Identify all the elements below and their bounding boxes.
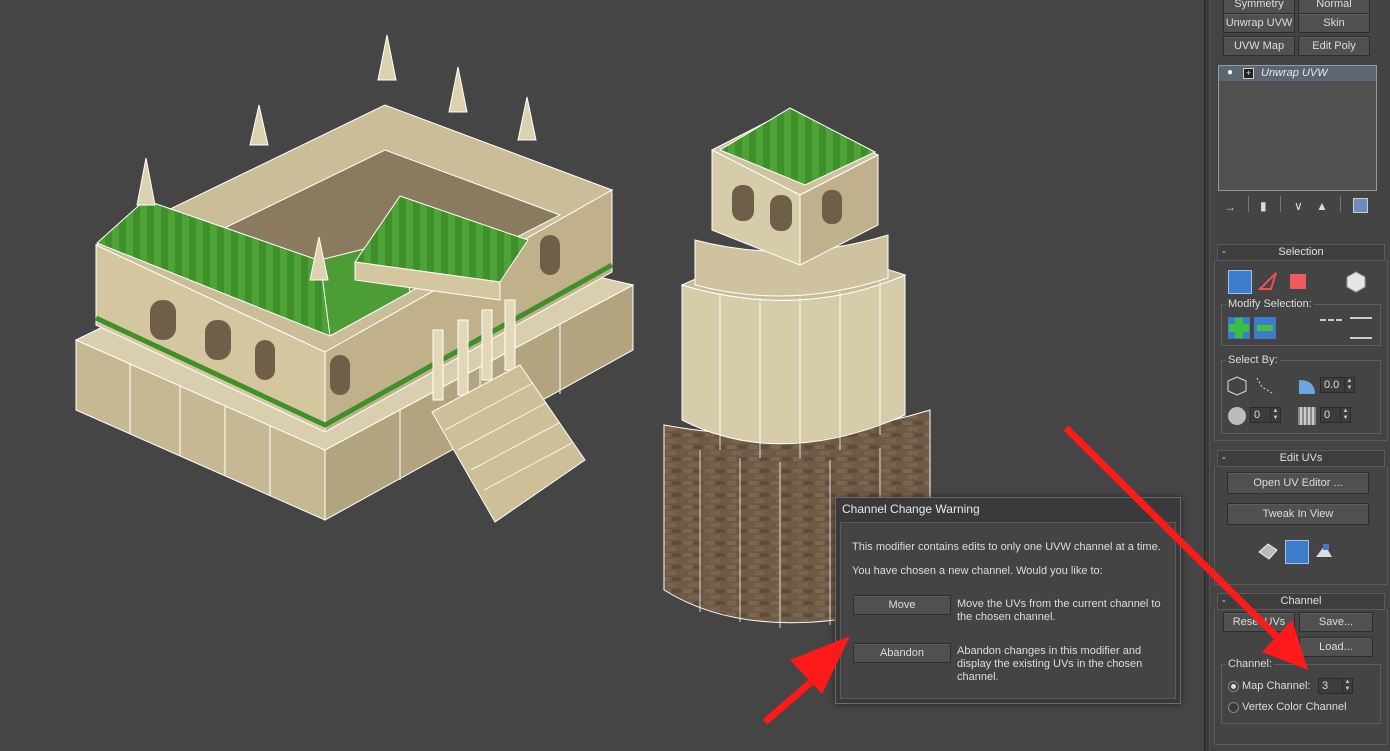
move-description: Move the UVs from the current channel to… xyxy=(957,598,1161,623)
peel-mode-icon[interactable] xyxy=(1285,540,1309,564)
toolbar-divider xyxy=(1248,196,1249,212)
tweak-in-view-button[interactable]: Tweak In View xyxy=(1227,503,1369,525)
vertex-color-radio[interactable] xyxy=(1228,702,1239,713)
map-channel-label: Map Channel: xyxy=(1242,680,1311,692)
stack-item-unwrap-uvw[interactable]: ● + Unwrap UVW xyxy=(1219,66,1376,81)
save-button[interactable]: Save... xyxy=(1299,612,1373,632)
spinner-value: 3 xyxy=(1322,680,1329,692)
symmetry-button[interactable]: Symmetry xyxy=(1223,0,1295,14)
shrink-selection-icon[interactable] xyxy=(1254,317,1276,339)
load-button[interactable]: Load... xyxy=(1299,637,1373,657)
loop-select-icon[interactable] xyxy=(1320,319,1342,325)
channel-rollout-header[interactable]: - Channel xyxy=(1217,593,1385,610)
quick-planar-map-icon[interactable] xyxy=(1257,540,1279,562)
select-by-element-icon[interactable] xyxy=(1226,375,1248,397)
skin-button[interactable]: Skin xyxy=(1298,13,1370,33)
modify-selection-group: Modify Selection: xyxy=(1221,298,1381,346)
map-channel-radio[interactable] xyxy=(1228,681,1239,692)
spinner-value: 0.0 xyxy=(1324,379,1340,391)
show-end-result-icon[interactable]: ▮ xyxy=(1260,199,1267,213)
dialog-message-1: This modifier contains edits to only one… xyxy=(852,541,1161,553)
rollout-title: Selection xyxy=(1278,246,1324,258)
configure-sets-icon[interactable] xyxy=(1353,198,1368,213)
abandon-button[interactable]: Abandon xyxy=(853,643,951,663)
modify-selection-label: Modify Selection: xyxy=(1226,298,1314,310)
point-to-point-icon[interactable] xyxy=(1254,375,1276,397)
uvw-map-button[interactable]: UVW Map xyxy=(1223,36,1295,56)
vertex-color-label: Vertex Color Channel xyxy=(1242,701,1347,713)
channel-change-warning-dialog: Channel Change Warning This modifier con… xyxy=(835,497,1181,704)
stack-item-label: Unwrap UVW xyxy=(1261,67,1328,79)
remove-modifier-icon[interactable]: ▲ xyxy=(1316,199,1328,213)
select-by-group: Select By: 0.0 ▲ ▼ 0 ▲ ▼ 0 ▲ ▼ xyxy=(1221,354,1381,434)
collapse-icon: - xyxy=(1222,452,1226,464)
select-by-material-icon[interactable] xyxy=(1296,405,1318,427)
channel-rollout: Reset UVs Save... Load... Channel: Map C… xyxy=(1214,609,1388,745)
select-by-label: Select By: xyxy=(1226,354,1280,366)
toolbar-divider xyxy=(1340,196,1341,212)
rollout-title: Channel xyxy=(1280,595,1322,607)
edge-select-icon[interactable] xyxy=(1257,270,1279,292)
align-gizmo-icon[interactable] xyxy=(1313,540,1335,562)
element-select-icon[interactable] xyxy=(1343,269,1366,293)
make-unique-icon[interactable]: ∨ xyxy=(1294,199,1303,213)
spinner-value: 0 xyxy=(1254,409,1261,421)
vertex-select-icon[interactable] xyxy=(1228,270,1252,294)
temple-model xyxy=(74,34,635,523)
selection-rollout: Modify Selection: Select By: 0.0 ▲ ▼ 0 ▲… xyxy=(1214,260,1388,441)
material-spinner[interactable]: 0 ▲ ▼ xyxy=(1320,407,1351,423)
modifier-stack[interactable]: ● + Unwrap UVW xyxy=(1218,65,1377,191)
lightbulb-icon[interactable]: ● xyxy=(1227,68,1237,78)
abandon-description: Abandon changes in this modifier and dis… xyxy=(957,645,1143,683)
channel-group: Channel: Map Channel: 3 ▲ ▼ Vertex Color … xyxy=(1221,658,1381,724)
spinner-arrows-icon[interactable]: ▲ ▼ xyxy=(1340,408,1350,422)
channel-label: Channel: xyxy=(1226,658,1275,670)
unwrap-uvw-button[interactable]: Unwrap UVW xyxy=(1223,13,1295,33)
normal-button[interactable]: Normal xyxy=(1298,0,1370,14)
planar-angle-spinner[interactable]: 0.0 ▲ ▼ xyxy=(1320,377,1355,393)
dialog-message-2: You have chosen a new channel. Would you… xyxy=(852,565,1103,577)
grow-selection-icon[interactable] xyxy=(1228,317,1250,339)
collapse-icon: - xyxy=(1222,595,1226,607)
face-select-icon[interactable] xyxy=(1287,270,1309,292)
edit-uvs-rollout-header[interactable]: - Edit UVs xyxy=(1217,450,1385,467)
spinner-arrows-icon[interactable]: ▲ ▼ xyxy=(1342,679,1352,693)
dialog-title[interactable]: Channel Change Warning xyxy=(836,498,1180,520)
spinner-value: 0 xyxy=(1324,409,1331,421)
selection-rollout-header[interactable]: - Selection xyxy=(1217,244,1385,261)
stack-toolbar: → ▮ ∨ ▲ xyxy=(1220,196,1380,216)
planar-angle-icon[interactable] xyxy=(1296,375,1318,397)
dialog-body: This modifier contains edits to only one… xyxy=(840,522,1176,699)
smoothing-spinner[interactable]: 0 ▲ ▼ xyxy=(1250,407,1281,423)
edit-uvs-rollout: Open UV Editor ... Tweak In View xyxy=(1214,466,1388,585)
open-uv-editor-button[interactable]: Open UV Editor ... xyxy=(1227,472,1369,494)
map-channel-spinner[interactable]: 3 ▲ ▼ xyxy=(1318,678,1353,694)
move-button[interactable]: Move xyxy=(853,595,951,615)
spinner-arrows-icon[interactable]: ▲ ▼ xyxy=(1270,408,1280,422)
spinner-arrows-icon[interactable]: ▲ ▼ xyxy=(1344,378,1354,392)
edit-poly-button[interactable]: Edit Poly xyxy=(1298,36,1370,56)
reset-uvs-button[interactable]: Reset UVs xyxy=(1223,612,1295,632)
toolbar-divider xyxy=(1280,196,1281,212)
rollout-title: Edit UVs xyxy=(1279,452,1323,464)
ring-select-icon[interactable] xyxy=(1350,317,1372,339)
command-panel: Symmetry Normal Unwrap UVW Skin UVW Map … xyxy=(1210,0,1390,751)
expand-icon[interactable]: + xyxy=(1243,68,1254,79)
select-by-smoothing-icon[interactable] xyxy=(1226,405,1248,427)
collapse-icon: - xyxy=(1222,246,1226,258)
pin-stack-icon[interactable]: → xyxy=(1224,200,1236,214)
